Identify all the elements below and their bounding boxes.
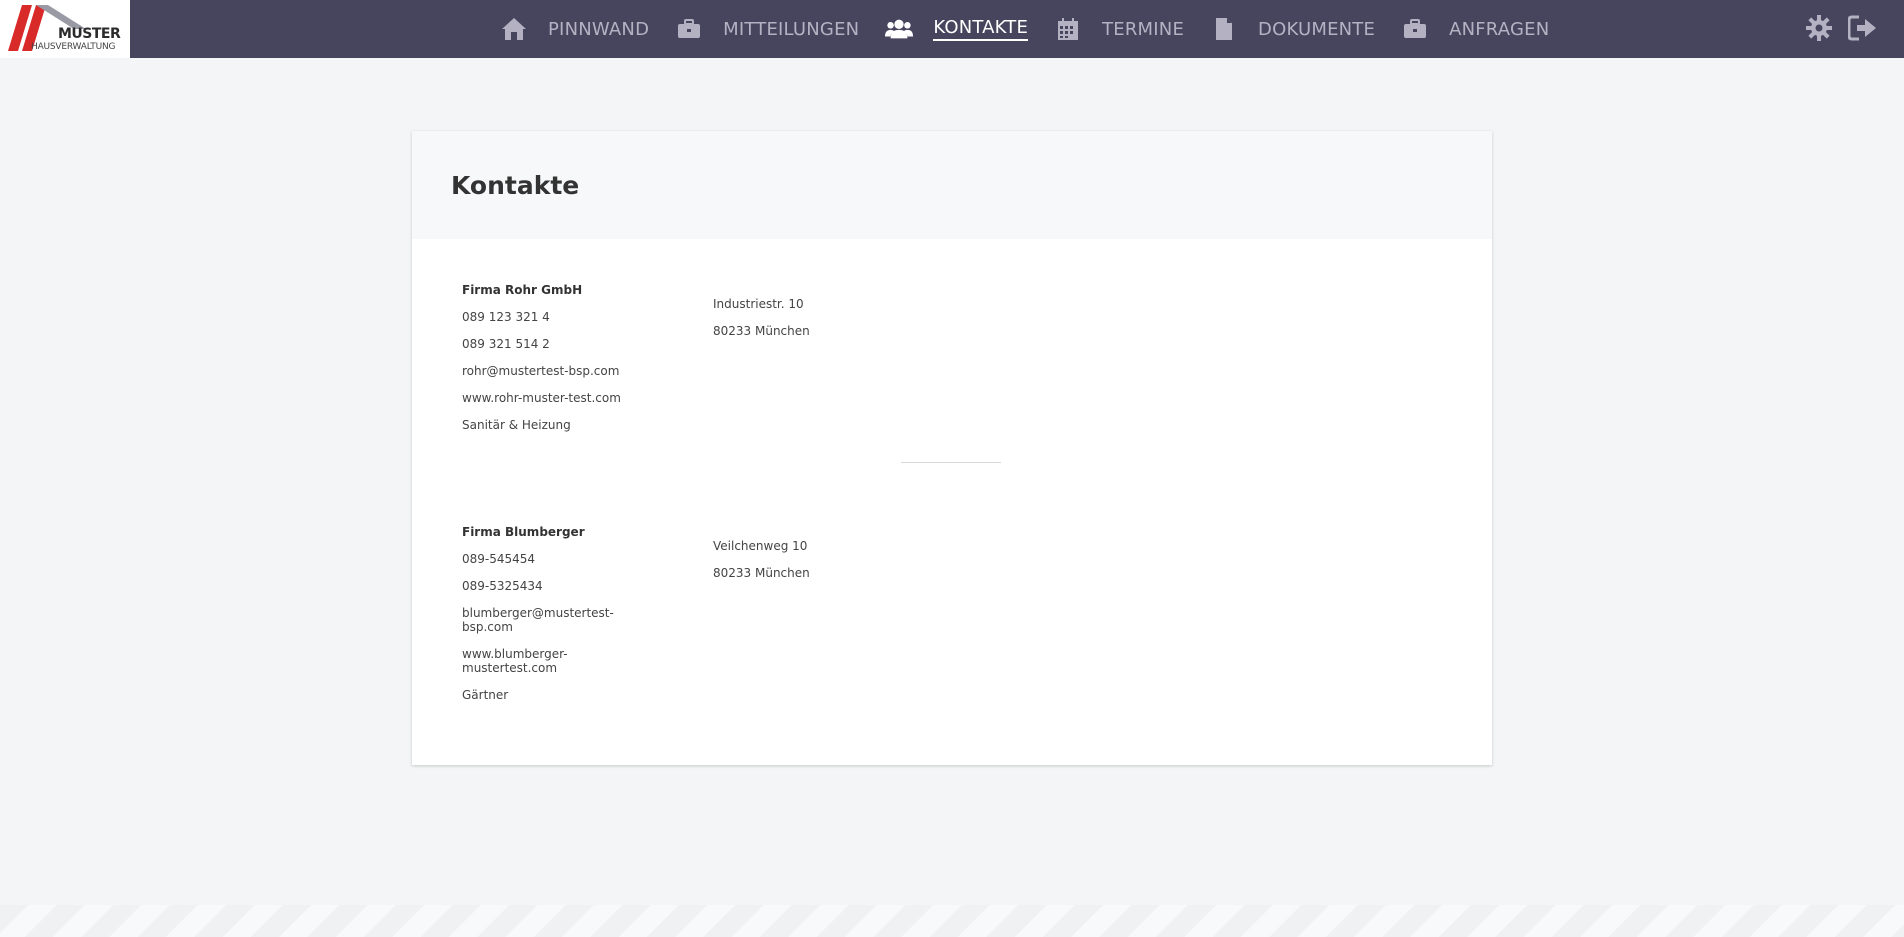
- contact-city: 80233 München: [713, 566, 810, 580]
- nav-item-mitteilungen[interactable]: MITTEILUNGEN: [675, 15, 859, 43]
- company-logo[interactable]: MUSTER HAUSVERWALTUNG: [0, 0, 130, 58]
- contact-phone[interactable]: 089 321 514 2: [462, 337, 622, 351]
- users-icon: [885, 15, 914, 43]
- nav-label: TERMINE: [1102, 18, 1185, 40]
- nav-label: KONTAKTE: [933, 17, 1029, 41]
- contact-name: Firma Rohr GmbH: [462, 283, 583, 297]
- nav-label: MITTEILUNGEN: [723, 18, 860, 40]
- settings-gear-icon[interactable]: [1804, 13, 1834, 43]
- contact-email[interactable]: rohr@mustertest-bsp.com: [462, 364, 622, 378]
- nav-item-termine[interactable]: TERMINE: [1054, 15, 1184, 43]
- contact-address: Veilchenweg 10 80233 München: [713, 539, 963, 593]
- document-icon: [1210, 15, 1238, 43]
- card-header: Kontakte: [412, 131, 1492, 239]
- contact-website[interactable]: www.rohr-muster-test.com: [462, 391, 622, 405]
- contact-website[interactable]: www.blumberger-mustertest.com: [462, 647, 622, 675]
- home-icon: [500, 15, 528, 43]
- contact-divider: [901, 462, 1001, 463]
- logo-word: MUSTER: [58, 26, 121, 42]
- main-nav: PINNWAND MITTEILUNGEN KONTAKTE TERMINE D…: [500, 0, 1575, 58]
- contact-address: Industriestr. 10 80233 München: [713, 297, 963, 351]
- briefcase-icon: [675, 15, 703, 43]
- contact-phone[interactable]: 089 123 321 4: [462, 310, 622, 324]
- logo-subtitle: HAUSVERWALTUNG: [31, 42, 116, 52]
- briefcase-icon: [1401, 15, 1429, 43]
- top-navigation-bar: MUSTER HAUSVERWALTUNG PINNWAND MITTEILUN…: [0, 0, 1904, 58]
- nav-label: DOKUMENTE: [1258, 18, 1376, 40]
- contact-email[interactable]: blumberger@mustertest-bsp.com: [462, 606, 622, 634]
- contacts-card: Kontakte Firma Rohr GmbH 089 123 321 4 0…: [412, 131, 1492, 765]
- nav-item-kontakte[interactable]: KONTAKTE: [885, 15, 1029, 43]
- contact-street: Veilchenweg 10: [713, 539, 808, 553]
- nav-label: ANFRAGEN: [1449, 18, 1550, 40]
- nav-item-anfragen[interactable]: ANFRAGEN: [1401, 15, 1549, 43]
- calendar-icon: [1054, 15, 1082, 43]
- nav-item-dokumente[interactable]: DOKUMENTE: [1210, 15, 1375, 43]
- contact-name: Firma Blumberger: [462, 525, 585, 539]
- contact-phone[interactable]: 089-545454: [462, 552, 622, 566]
- footer-stripes: [0, 905, 1904, 937]
- page-title: Kontakte: [451, 170, 580, 200]
- nav-item-pinnwand[interactable]: PINNWAND: [500, 15, 649, 43]
- contact-category: Sanitär & Heizung: [462, 418, 571, 432]
- contact-city: 80233 München: [713, 324, 810, 338]
- contact-phone[interactable]: 089-5325434: [462, 579, 622, 593]
- header-actions: [1804, 13, 1878, 43]
- contact-category: Gärtner: [462, 688, 509, 702]
- nav-label: PINNWAND: [548, 18, 650, 40]
- logout-icon[interactable]: [1848, 13, 1878, 43]
- contact-details: Firma Blumberger 089-545454 089-5325434 …: [462, 525, 622, 715]
- contact-details: Firma Rohr GmbH 089 123 321 4 089 321 51…: [462, 283, 622, 445]
- contact-street: Industriestr. 10: [713, 297, 804, 311]
